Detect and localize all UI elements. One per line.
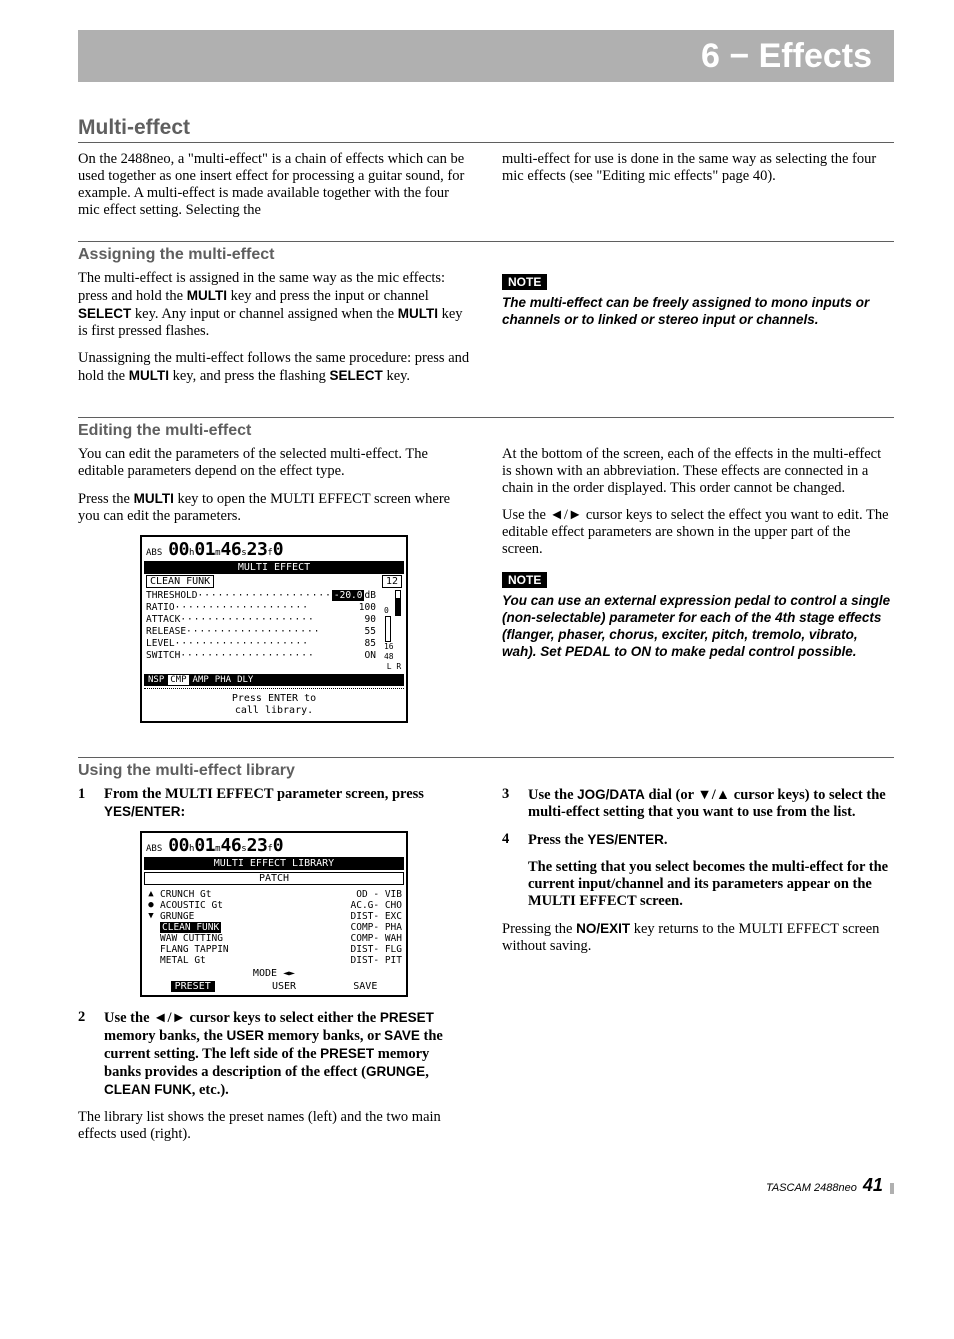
note-badge-2: NOTE bbox=[502, 572, 547, 588]
multi-p2: multi-effect for use is done in the same… bbox=[502, 151, 894, 185]
lcd-multi-effect: ABS 00h 01m 46s 23f 0 MULTI EFFECT CLEAN… bbox=[140, 535, 408, 723]
edit-p3: At the bottom of the screen, each of the… bbox=[502, 446, 894, 497]
lcd-multi-library: ABS 00h 01m 46s 23f 0 MULTI EFFECT LIBRA… bbox=[140, 831, 408, 997]
assign-p1: The multi-effect is assigned in the same… bbox=[78, 270, 470, 340]
page-footer: TASCAM 2488neo 41 bbox=[78, 1175, 894, 1196]
chapter-header: 6 − Effects bbox=[78, 30, 894, 82]
step-4-after: The setting that you select becomes the … bbox=[502, 859, 894, 910]
assign-note: The multi-effect can be freely assigned … bbox=[502, 294, 894, 328]
step-2: 2 Use the ◄/► cursor keys to select eith… bbox=[78, 1009, 470, 1099]
section-edit-title: Editing the multi-effect bbox=[78, 417, 894, 440]
note-badge: NOTE bbox=[502, 274, 547, 290]
assign-p2: Unassigning the multi-effect follows the… bbox=[78, 350, 470, 385]
section-lib-title: Using the multi-effect library bbox=[78, 757, 894, 780]
step-3: 3 Use the JOG/DATA dial (or ▼/▲ cursor k… bbox=[502, 786, 894, 821]
section-assign-title: Assigning the multi-effect bbox=[78, 241, 894, 264]
multi-p1: On the 2488neo, a "multi-effect" is a ch… bbox=[78, 151, 470, 219]
chapter-title: 6 − Effects bbox=[701, 37, 872, 76]
edit-p1: You can edit the parameters of the selec… bbox=[78, 446, 470, 480]
edit-p4: Use the ◄/► cursor keys to select the ef… bbox=[502, 507, 894, 558]
lib-last: Pressing the NO/EXIT key returns to the … bbox=[502, 920, 894, 955]
section-multi-title: Multi-effect bbox=[78, 116, 894, 143]
edit-note: You can use an external expression pedal… bbox=[502, 592, 894, 660]
step-4: 4 Press the YES/ENTER. bbox=[502, 831, 894, 849]
edit-p2: Press the MULTI key to open the MULTI EF… bbox=[78, 490, 470, 525]
lib-after2: The library list shows the preset names … bbox=[78, 1109, 470, 1143]
step-1: 1 From the MULTI EFFECT parameter screen… bbox=[78, 786, 470, 821]
